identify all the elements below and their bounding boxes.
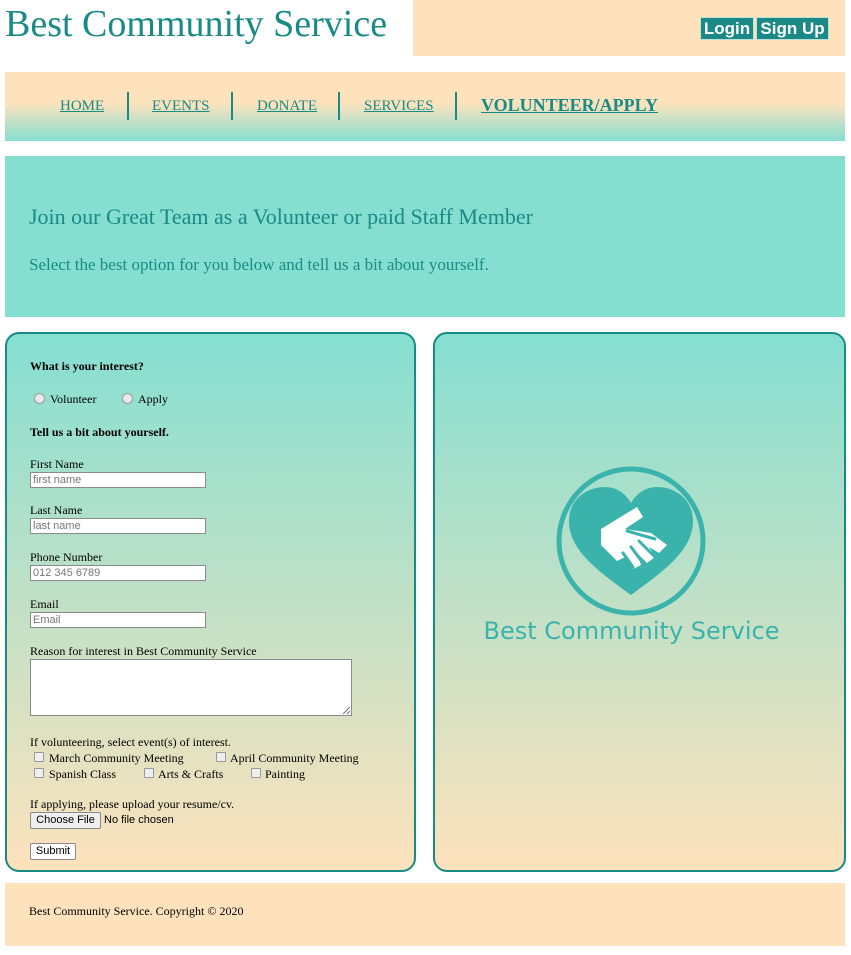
- first-name-label: First Name: [30, 457, 84, 471]
- last-name-input[interactable]: last name: [30, 518, 206, 534]
- event-label-spanish: Spanish Class: [49, 767, 117, 781]
- handshake-heart-icon: [556, 466, 706, 616]
- event-label-march: March Community Meeting: [49, 751, 184, 765]
- reason-textarea[interactable]: [30, 659, 352, 716]
- nav-donate-link[interactable]: DONATE: [257, 97, 317, 115]
- file-status: No file chosen: [104, 814, 174, 826]
- nav-home-link[interactable]: HOME: [60, 97, 104, 115]
- footer-copyright: Best Community Service. Copyright © 2020: [29, 904, 244, 918]
- volunteer-radio-label: Volunteer: [50, 392, 97, 406]
- about-heading: Tell us a bit about yourself.: [30, 425, 169, 439]
- event-checkbox-march[interactable]: [34, 752, 44, 762]
- event-checkbox-painting[interactable]: [251, 768, 261, 778]
- first-name-input[interactable]: first name: [30, 472, 206, 488]
- events-prompt: If volunteering, select event(s) of inte…: [30, 735, 231, 749]
- phone-input[interactable]: 012 345 6789: [30, 565, 206, 581]
- submit-button[interactable]: Submit: [30, 843, 76, 860]
- last-name-label: Last Name: [30, 503, 83, 517]
- site-title: Best Community Service: [5, 3, 388, 45]
- logo-panel: Best Community Service: [433, 332, 846, 872]
- hero-banner: Join our Great Team as a Volunteer or pa…: [5, 156, 845, 317]
- resize-grip-icon[interactable]: [343, 707, 350, 714]
- event-label-arts: Arts & Crafts: [158, 767, 224, 781]
- hero-subheading: Select the best option for you below and…: [29, 255, 489, 274]
- apply-radio[interactable]: [122, 393, 133, 404]
- reason-label: Reason for interest in Best Community Se…: [30, 644, 257, 658]
- hero-heading: Join our Great Team as a Volunteer or pa…: [29, 204, 533, 229]
- interest-question: What is your interest?: [30, 359, 144, 373]
- footer: Best Community Service. Copyright © 2020: [5, 883, 845, 946]
- upload-prompt: If applying, please upload your resume/c…: [30, 797, 235, 811]
- apply-radio-label: Apply: [138, 392, 168, 406]
- event-checkbox-arts[interactable]: [144, 768, 154, 778]
- event-checkbox-april[interactable]: [216, 752, 226, 762]
- event-label-painting: Painting: [265, 767, 306, 781]
- main-nav: HOME EVENTS DONATE SERVICES VOLUNTEER/AP…: [5, 72, 845, 141]
- event-checkbox-spanish[interactable]: [34, 768, 44, 778]
- nav-divider: [455, 92, 457, 120]
- nav-events-link[interactable]: EVENTS: [152, 97, 210, 115]
- nav-volunteer-apply-link[interactable]: VOLUNTEER/APPLY: [481, 96, 658, 114]
- choose-file-button[interactable]: Choose File: [30, 812, 101, 829]
- nav-divider: [127, 92, 129, 120]
- login-button[interactable]: Login: [700, 17, 754, 40]
- nav-services-link[interactable]: SERVICES: [364, 97, 434, 115]
- nav-divider: [338, 92, 340, 120]
- email-input[interactable]: Email: [30, 612, 206, 628]
- auth-box: Login Sign Up: [413, 0, 845, 56]
- phone-label: Phone Number: [30, 550, 103, 564]
- application-form-panel: What is your interest? Volunteer Apply T…: [5, 332, 416, 872]
- signup-button[interactable]: Sign Up: [756, 17, 829, 40]
- event-label-april: April Community Meeting: [230, 751, 359, 765]
- nav-divider: [231, 92, 233, 120]
- logo-text: Best Community Service: [483, 617, 780, 645]
- email-label: Email: [30, 597, 59, 611]
- volunteer-radio[interactable]: [34, 393, 45, 404]
